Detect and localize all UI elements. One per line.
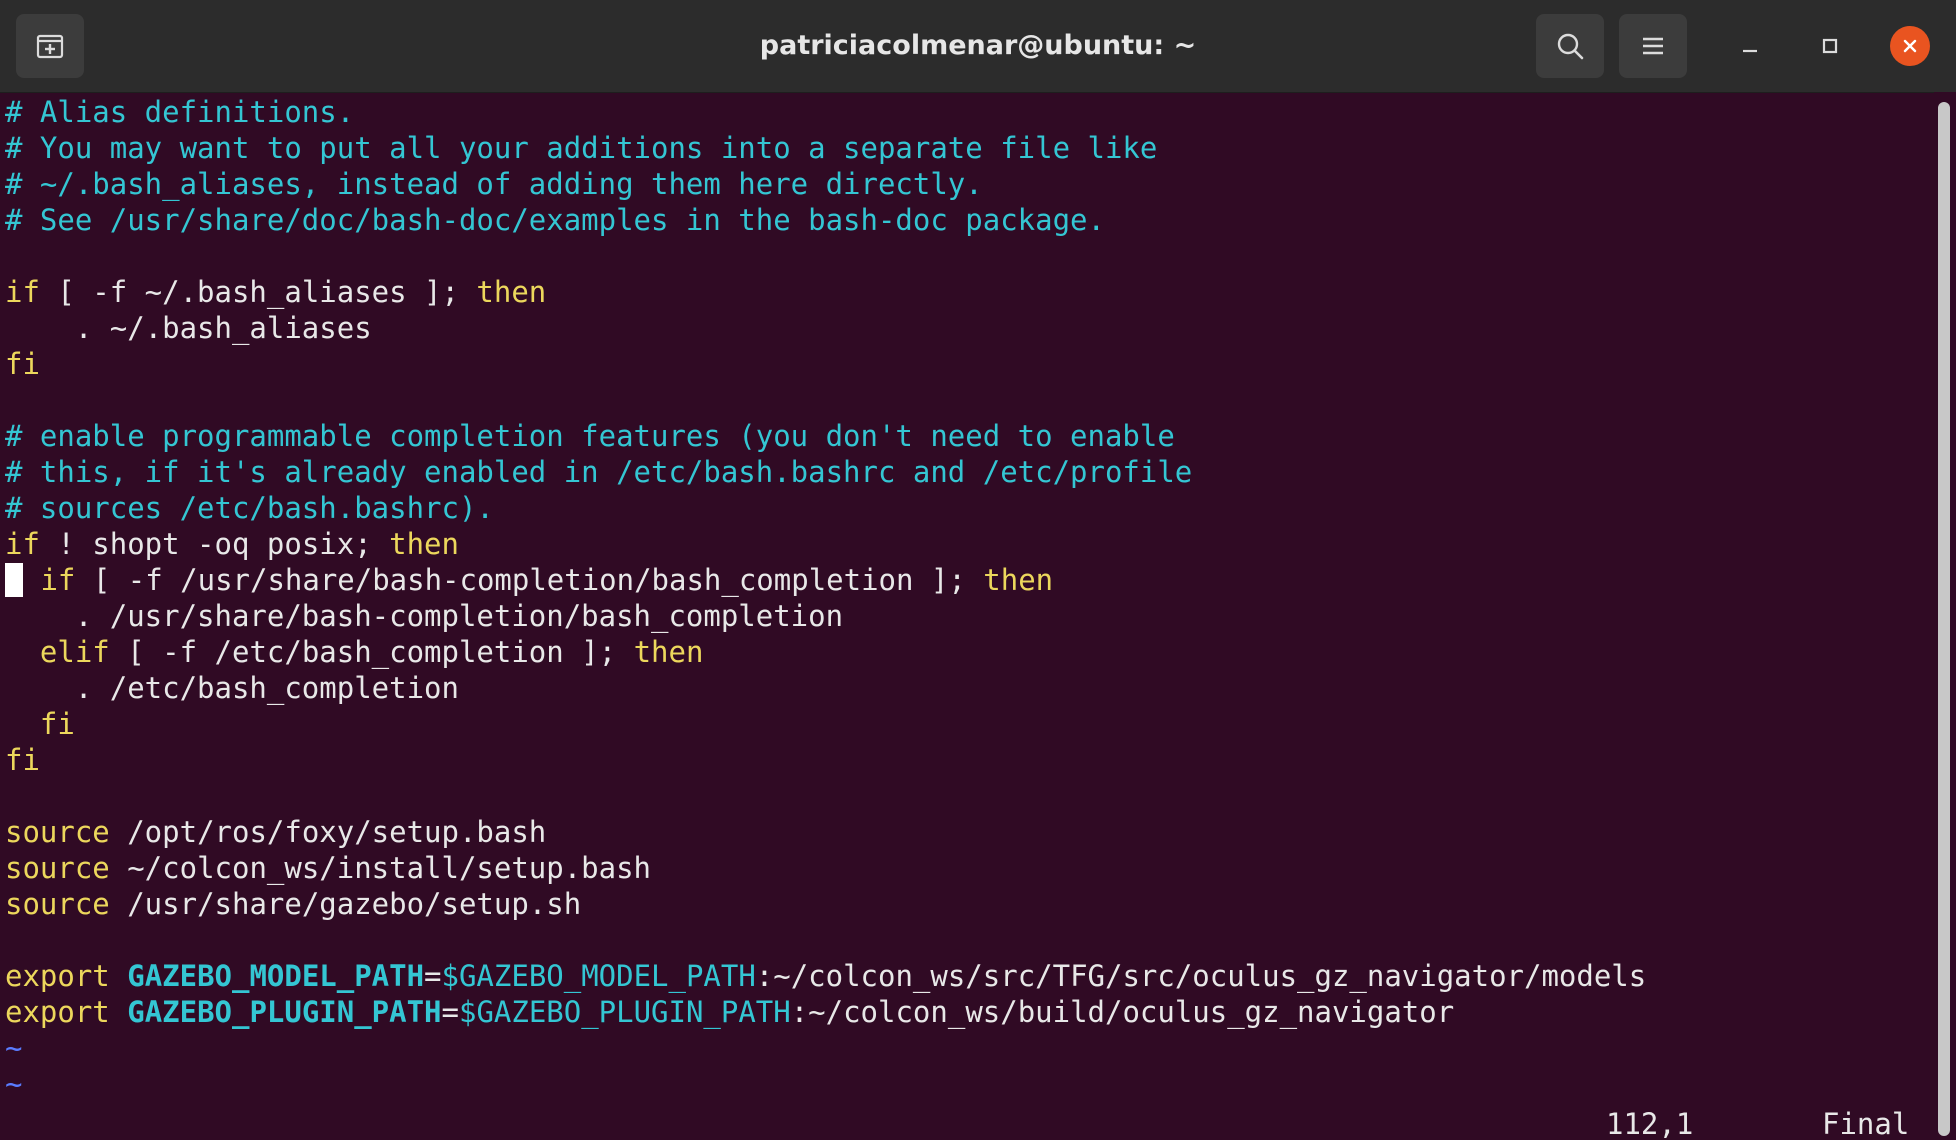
close-button[interactable] [1890, 26, 1930, 66]
editor-line: . /etc/bash_completion [5, 671, 459, 705]
editor-line: # enable programmable completion feature… [5, 419, 1175, 453]
editor-line: fi [5, 347, 40, 381]
editor-line: source /usr/share/gazebo/setup.sh [5, 887, 582, 921]
menu-button[interactable] [1619, 14, 1687, 78]
editor-line: . /usr/share/bash-completion/bash_comple… [5, 599, 844, 633]
cursor-position: 112,1 [1606, 1107, 1694, 1140]
scroll-position: Final [1822, 1107, 1910, 1140]
empty-line-marker: ~ [5, 1031, 23, 1065]
editor-line: # Alias definitions. [5, 95, 355, 129]
editor-line: export GAZEBO_PLUGIN_PATH=$GAZEBO_PLUGIN… [5, 995, 1455, 1029]
editor-line: if ! shopt -oq posix; then [5, 527, 459, 561]
new-tab-icon [36, 34, 64, 59]
editor-line: # this, if it's already enabled in /etc/… [5, 455, 1193, 489]
editor-line: export GAZEBO_MODEL_PATH=$GAZEBO_MODEL_P… [5, 959, 1647, 993]
empty-line-marker: ~ [5, 1067, 23, 1101]
editor-line-current: if [ -f /usr/share/bash-completion/bash_… [5, 562, 1053, 598]
text-cursor [5, 563, 23, 597]
new-tab-button[interactable] [16, 14, 84, 78]
minimize-button[interactable] [1730, 26, 1770, 66]
maximize-button[interactable] [1810, 26, 1850, 66]
editor-line: fi [39, 707, 75, 741]
scrollbar-thumb[interactable] [1938, 102, 1950, 1136]
editor-line: # You may want to put all your additions… [5, 131, 1158, 165]
editor-line: source /opt/ros/foxy/setup.bash [5, 815, 547, 849]
editor-line: fi [5, 743, 40, 777]
terminal-window: patriciacolmenar@ubuntu: ~ # Alias defin… [0, 0, 1956, 1140]
editor-line: . ~/.bash_aliases [5, 311, 372, 345]
hamburger-menu-icon [1643, 37, 1663, 55]
editor-line: source ~/colcon_ws/install/setup.bash [5, 851, 652, 885]
editor-line: # ~/.bash_aliases, instead of adding the… [5, 167, 983, 201]
editor-line: elif [ -f /etc/bash_completion ]; then [39, 635, 704, 669]
editor-line: if [ -f ~/.bash_aliases ]; then [5, 275, 547, 309]
maximize-icon [1822, 38, 1838, 54]
search-button[interactable] [1536, 14, 1604, 78]
editor-line: # See /usr/share/doc/bash-doc/examples i… [5, 203, 1105, 237]
terminal-text-area[interactable]: # Alias definitions. # You may want to p… [0, 92, 1930, 1140]
close-icon [1903, 39, 1917, 53]
minimize-icon [1743, 49, 1757, 53]
title-bar: patriciacolmenar@ubuntu: ~ [0, 0, 1956, 93]
editor-line: # sources /etc/bash.bashrc). [5, 491, 494, 525]
search-icon [1557, 33, 1584, 60]
